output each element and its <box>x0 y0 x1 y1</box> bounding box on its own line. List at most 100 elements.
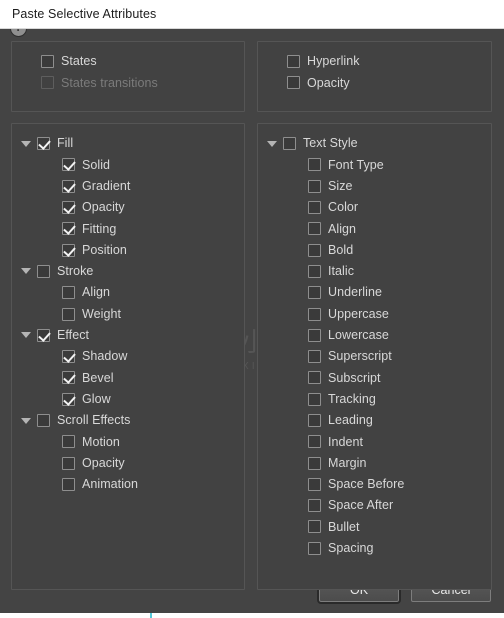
hyperlink-panel: Hyperlink Opacity <box>257 41 492 112</box>
attribute-row[interactable]: Motion <box>12 431 244 452</box>
attribute-label: Bullet <box>328 519 360 534</box>
checkbox[interactable] <box>308 201 321 215</box>
checkbox[interactable] <box>308 307 321 321</box>
checkbox[interactable] <box>41 55 54 69</box>
checkbox[interactable] <box>62 243 75 257</box>
attribute-row[interactable]: Solid <box>12 154 244 175</box>
attribute-row[interactable]: Weight <box>12 303 244 324</box>
attribute-row[interactable]: Effect <box>12 325 244 346</box>
checkbox[interactable] <box>287 55 300 69</box>
attribute-row[interactable]: Color <box>258 197 491 218</box>
attribute-row[interactable]: Glow <box>12 389 244 410</box>
checkbox[interactable] <box>62 371 75 385</box>
checkbox[interactable] <box>308 350 321 364</box>
checkbox[interactable] <box>62 201 75 215</box>
attribute-label: Space Before <box>328 477 405 492</box>
checkbox[interactable] <box>62 392 75 406</box>
attribute-row[interactable]: Superscript <box>258 346 491 367</box>
checkbox[interactable] <box>62 350 75 364</box>
checkbox[interactable] <box>308 414 321 427</box>
checkbox[interactable] <box>62 435 75 449</box>
checkbox[interactable] <box>37 414 50 427</box>
text-style-panel-rows: Text Style Font Type Size Color Align Bold Ita… <box>258 124 491 559</box>
attribute-row[interactable]: Shadow <box>12 346 244 367</box>
chevron-down-icon[interactable] <box>21 268 31 275</box>
attribute-label: Text Style <box>303 136 358 151</box>
attribute-label: Glow <box>82 391 111 406</box>
checkbox[interactable] <box>62 307 75 321</box>
checkbox[interactable] <box>308 158 321 172</box>
checkbox[interactable] <box>283 137 296 151</box>
checkbox[interactable] <box>308 456 321 470</box>
checkbox[interactable] <box>37 137 50 151</box>
checkbox[interactable] <box>308 264 321 278</box>
attribute-row[interactable]: Bold <box>258 239 491 260</box>
checkbox[interactable] <box>37 328 50 342</box>
attribute-row[interactable]: Margin <box>258 452 491 473</box>
chevron-down-icon[interactable] <box>21 417 31 424</box>
chevron-down-icon[interactable] <box>21 332 31 339</box>
checkbox[interactable] <box>287 76 300 90</box>
attribute-row[interactable]: Opacity <box>12 452 244 473</box>
attribute-row[interactable]: Space After <box>258 495 491 516</box>
checkbox[interactable] <box>62 179 75 193</box>
attribute-row[interactable]: States <box>12 51 244 72</box>
attribute-label: Underline <box>328 285 382 300</box>
attribute-row[interactable]: Align <box>258 218 491 239</box>
attribute-row[interactable]: Animation <box>12 474 244 495</box>
attribute-row[interactable]: Tracking <box>258 389 491 410</box>
attribute-label: Effect <box>57 328 90 343</box>
checkbox[interactable] <box>62 286 75 300</box>
checkbox[interactable] <box>62 477 75 491</box>
checkbox[interactable] <box>308 179 321 193</box>
checkbox[interactable] <box>308 328 321 342</box>
checkbox[interactable] <box>62 222 75 236</box>
attribute-label: Gradient <box>82 178 131 193</box>
checkbox[interactable] <box>308 499 321 513</box>
checkbox[interactable] <box>62 456 75 470</box>
attribute-label: Font Type <box>328 157 384 172</box>
attribute-row[interactable]: Font Type <box>258 154 491 175</box>
attribute-row[interactable]: Leading <box>258 410 491 431</box>
attribute-row[interactable]: Align <box>12 282 244 303</box>
chevron-down-icon[interactable] <box>267 140 277 147</box>
attribute-row[interactable]: Indent <box>258 431 491 452</box>
attribute-label: Scroll Effects <box>57 413 131 428</box>
checkbox[interactable] <box>308 286 321 300</box>
attribute-row[interactable]: Gradient <box>12 176 244 197</box>
attribute-row[interactable]: Uppercase <box>258 303 491 324</box>
chevron-down-icon[interactable] <box>21 140 31 147</box>
attribute-row[interactable]: Opacity <box>258 72 491 93</box>
attribute-row[interactable]: Lowercase <box>258 325 491 346</box>
attribute-row[interactable]: Scroll Effects <box>12 410 244 431</box>
attribute-row[interactable]: Bevel <box>12 367 244 388</box>
attribute-row[interactable]: Position <box>12 239 244 260</box>
checkbox[interactable] <box>308 477 321 491</box>
checkbox[interactable] <box>308 243 321 257</box>
attribute-row[interactable]: Fitting <box>12 218 244 239</box>
attribute-row[interactable]: Space Before <box>258 474 491 495</box>
object-attributes-panel: Fill Solid Gradient Opacity Fitting Position S… <box>11 123 245 590</box>
attribute-row[interactable]: Underline <box>258 282 491 303</box>
attribute-row[interactable]: Text Style <box>258 133 491 154</box>
attribute-row[interactable]: Stroke <box>12 261 244 282</box>
checkbox[interactable] <box>308 520 321 534</box>
attribute-label: Bevel <box>82 370 114 385</box>
attribute-row[interactable]: Subscript <box>258 367 491 388</box>
checkbox[interactable] <box>308 392 321 406</box>
checkbox[interactable] <box>308 435 321 449</box>
attribute-row[interactable]: Spacing <box>258 538 491 559</box>
attribute-row[interactable]: Fill <box>12 133 244 154</box>
attribute-row[interactable]: Size <box>258 176 491 197</box>
attribute-row[interactable]: Hyperlink <box>258 51 491 72</box>
checkbox[interactable] <box>37 264 50 278</box>
checkbox[interactable] <box>308 371 321 385</box>
checkbox[interactable] <box>308 222 321 236</box>
checkbox[interactable] <box>308 541 321 555</box>
attribute-label: Opacity <box>82 455 125 470</box>
title-bar: Paste Selective Attributes <box>0 0 504 29</box>
attribute-row[interactable]: Italic <box>258 261 491 282</box>
attribute-row[interactable]: Opacity <box>12 197 244 218</box>
attribute-row[interactable]: Bullet <box>258 516 491 537</box>
checkbox[interactable] <box>62 158 75 172</box>
